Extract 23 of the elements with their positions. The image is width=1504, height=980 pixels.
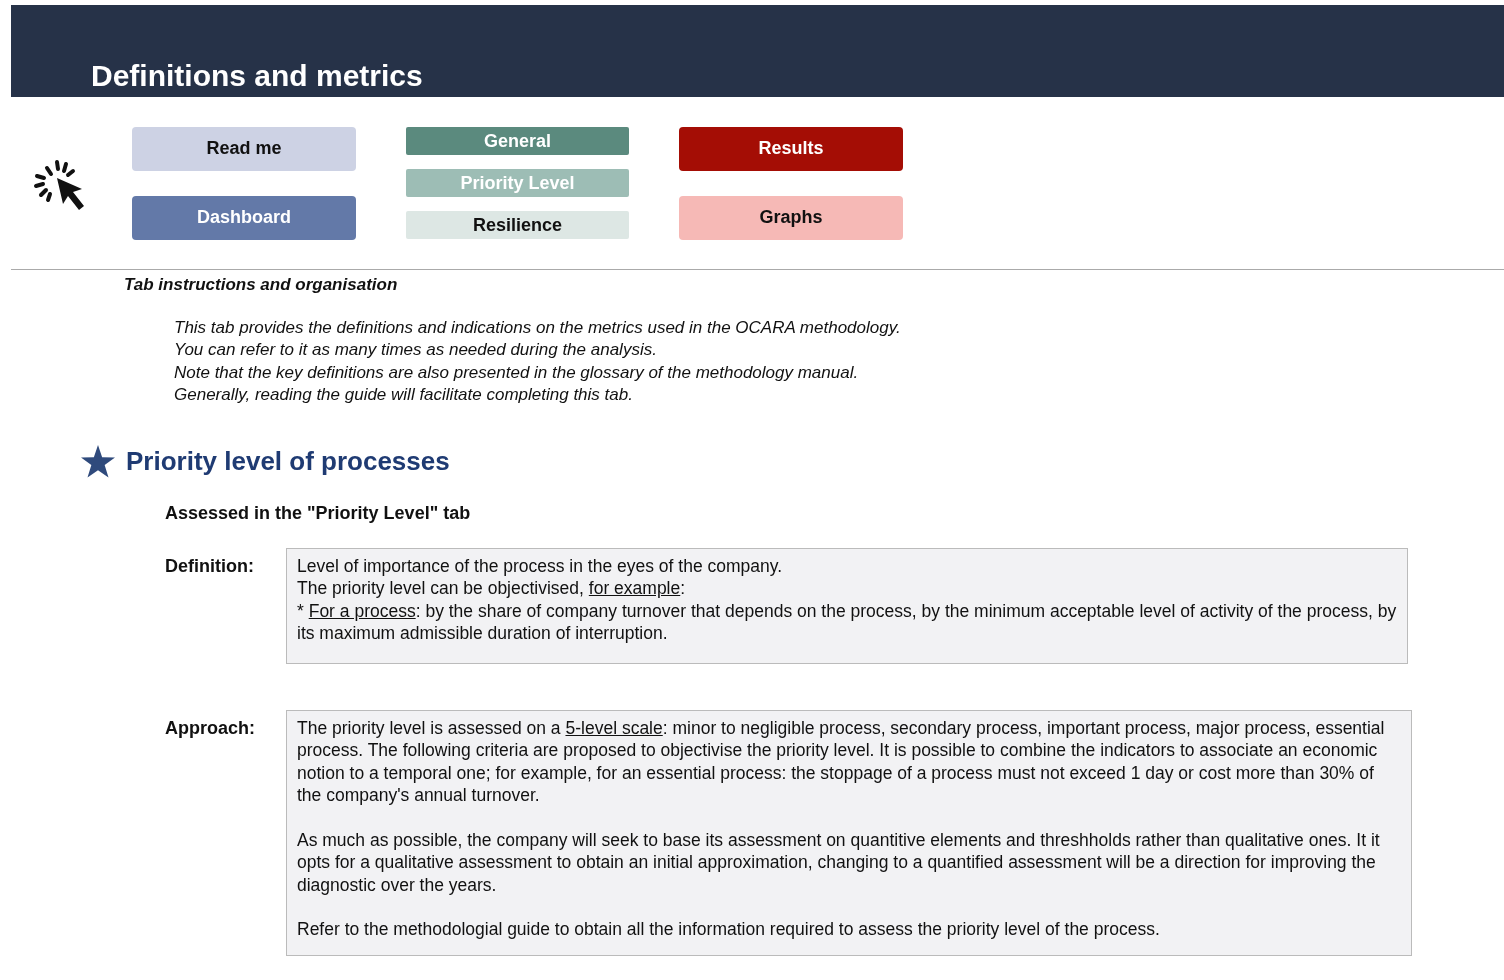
section-subtitle: Assessed in the "Priority Level" tab <box>164 502 472 524</box>
instruction-line: This tab provides the definitions and indications on the metrics used in the OCARA methodology. <box>174 317 902 339</box>
instruction-line: Generally, reading the guide will facilitate completing this tab. <box>174 384 634 407</box>
nav-button[interactable]: Dashboard <box>132 195 356 240</box>
section-title: Priority level of processes <box>126 446 450 478</box>
text-paragraph: As much as possible, the company will seek to base its assessment on quantitive elements and threshholds rather than qualitative ones. It it opts for a qualitative assessment to obtain an initial approximation, changing to a quantified assessment will be a direction for improving the diagnostic over the years. <box>297 828 1381 897</box>
nav-button[interactable]: General <box>406 127 629 155</box>
instructions-heading: Tab instructions and organisation <box>124 275 399 295</box>
nav-button[interactable]: Read me <box>132 126 356 171</box>
text-paragraph: The priority level can be objectivised, for example: <box>297 577 687 600</box>
field-label: Definition: <box>165 554 255 578</box>
page-title: Definitions and metrics <box>91 59 423 93</box>
star-icon <box>80 444 116 479</box>
text-paragraph: Level of importance of the process in the eyes of the company. <box>297 554 784 578</box>
text-paragraph: * For a process: by the share of company turnover that depends on the process, by the minimum acceptable level of activity of the process, by its maximum admissible duration of interruption. <box>297 599 1397 645</box>
text-paragraph: Refer to the methodologial guide to obtain all the information required to assess the priority level of the process. <box>297 918 1161 941</box>
text-paragraph: The priority level is assessed on a 5-level scale: minor to negligible process, secondary process, important process, major process, essential process. The following criteria are proposed to objectivise the priority level. It is possible to combine the indicators to associate an economic notion to a temporal one; for example, for an essential process: the stoppage of a process must not exceed 1 day or cost more than 30% of the company's annual turnover. <box>297 716 1386 807</box>
nav-button[interactable]: Graphs <box>679 195 903 240</box>
nav-button[interactable]: Resilience <box>406 211 629 239</box>
instruction-line: Note that the key definitions are also presented in the glossary of the methodology manual. <box>174 361 860 384</box>
nav-button[interactable]: Results <box>679 126 903 171</box>
instruction-line: You can refer to it as many times as needed during the analysis. <box>174 339 658 362</box>
field-label: Approach: <box>165 716 256 740</box>
